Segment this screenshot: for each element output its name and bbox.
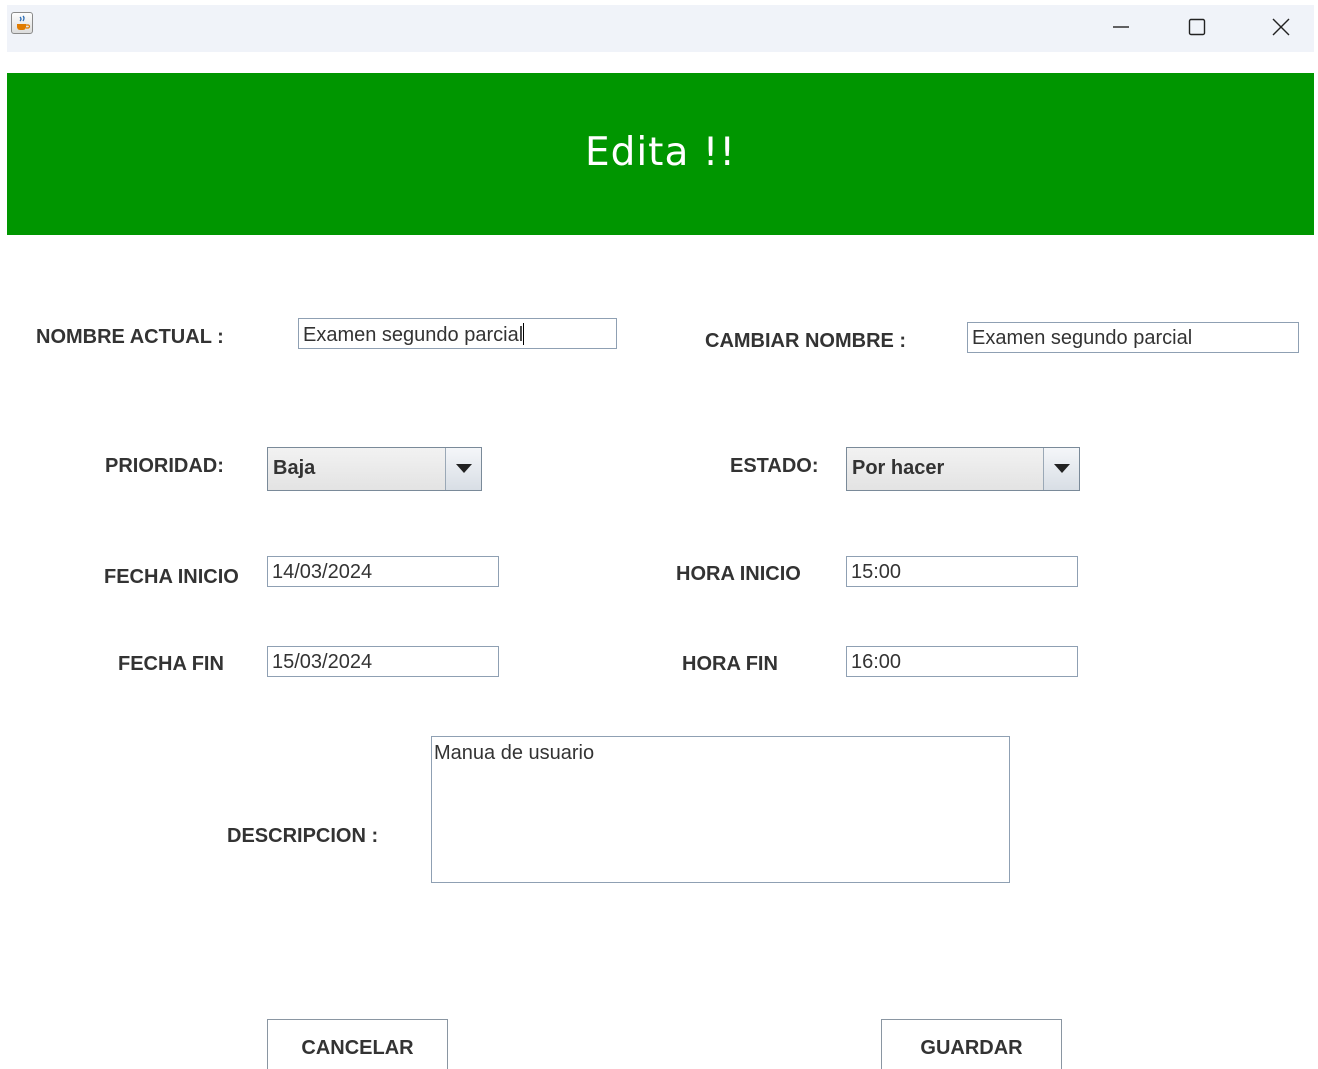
descripcion-textarea[interactable]: Manua de usuario	[431, 736, 1010, 883]
title-bar	[7, 5, 1314, 52]
fecha-fin-input[interactable]: 15/03/2024	[267, 646, 499, 677]
hora-inicio-value: 15:00	[851, 561, 902, 583]
hora-fin-value: 16:00	[851, 651, 902, 673]
page-title: Edita !!	[584, 129, 737, 175]
fecha-inicio-value: 14/03/2024	[272, 561, 373, 583]
descripcion-value: Manua de usuario	[434, 742, 595, 764]
nombre-actual-input[interactable]: Examen segundo parcial	[298, 318, 617, 349]
fecha-inicio-input[interactable]: 14/03/2024	[267, 556, 499, 587]
prioridad-selected-value: Baja	[273, 457, 316, 479]
cambiar-nombre-value: Examen segundo parcial	[972, 327, 1193, 349]
maximize-icon	[1187, 17, 1207, 37]
hora-fin-input[interactable]: 16:00	[846, 646, 1078, 677]
save-button[interactable]: GUARDAR	[881, 1019, 1062, 1069]
text-caret	[523, 323, 525, 345]
hora-inicio-label: HORA INICIO	[676, 563, 801, 585]
fecha-fin-label: FECHA FIN	[118, 653, 224, 675]
cambiar-nombre-input[interactable]: Examen segundo parcial	[967, 322, 1299, 353]
chevron-down-icon[interactable]	[445, 448, 481, 490]
estado-selected-value: Por hacer	[852, 457, 945, 479]
fecha-fin-value: 15/03/2024	[272, 651, 373, 673]
java-coffee-cup-icon	[11, 12, 33, 34]
descripcion-label: DESCRIPCION :	[227, 825, 379, 847]
cancel-button[interactable]: CANCELAR	[267, 1019, 448, 1069]
edit-task-window: Edita !! NOMBRE ACTUAL : Examen segundo …	[0, 0, 1318, 1069]
cancel-button-label: CANCELAR	[301, 1036, 414, 1059]
save-button-label: GUARDAR	[920, 1036, 1023, 1059]
hora-fin-label: HORA FIN	[682, 653, 778, 675]
minimize-icon	[1111, 17, 1131, 37]
maximize-button[interactable]	[1174, 5, 1220, 49]
close-icon	[1271, 17, 1291, 37]
chevron-down-icon[interactable]	[1043, 448, 1079, 490]
nombre-actual-label: NOMBRE ACTUAL :	[36, 326, 224, 348]
nombre-actual-value: Examen segundo parcial	[303, 324, 524, 346]
prioridad-label: PRIORIDAD:	[105, 455, 224, 477]
cambiar-nombre-label: CAMBIAR NOMBRE :	[705, 330, 907, 352]
estado-label: ESTADO:	[730, 455, 819, 477]
estado-select[interactable]: Por hacer	[846, 447, 1080, 491]
minimize-button[interactable]	[1098, 5, 1144, 49]
prioridad-select[interactable]: Baja	[267, 447, 482, 491]
hora-inicio-input[interactable]: 15:00	[846, 556, 1078, 587]
fecha-inicio-label: FECHA INICIO	[104, 566, 239, 588]
close-button[interactable]	[1258, 5, 1304, 49]
header-banner: Edita !!	[7, 73, 1314, 235]
